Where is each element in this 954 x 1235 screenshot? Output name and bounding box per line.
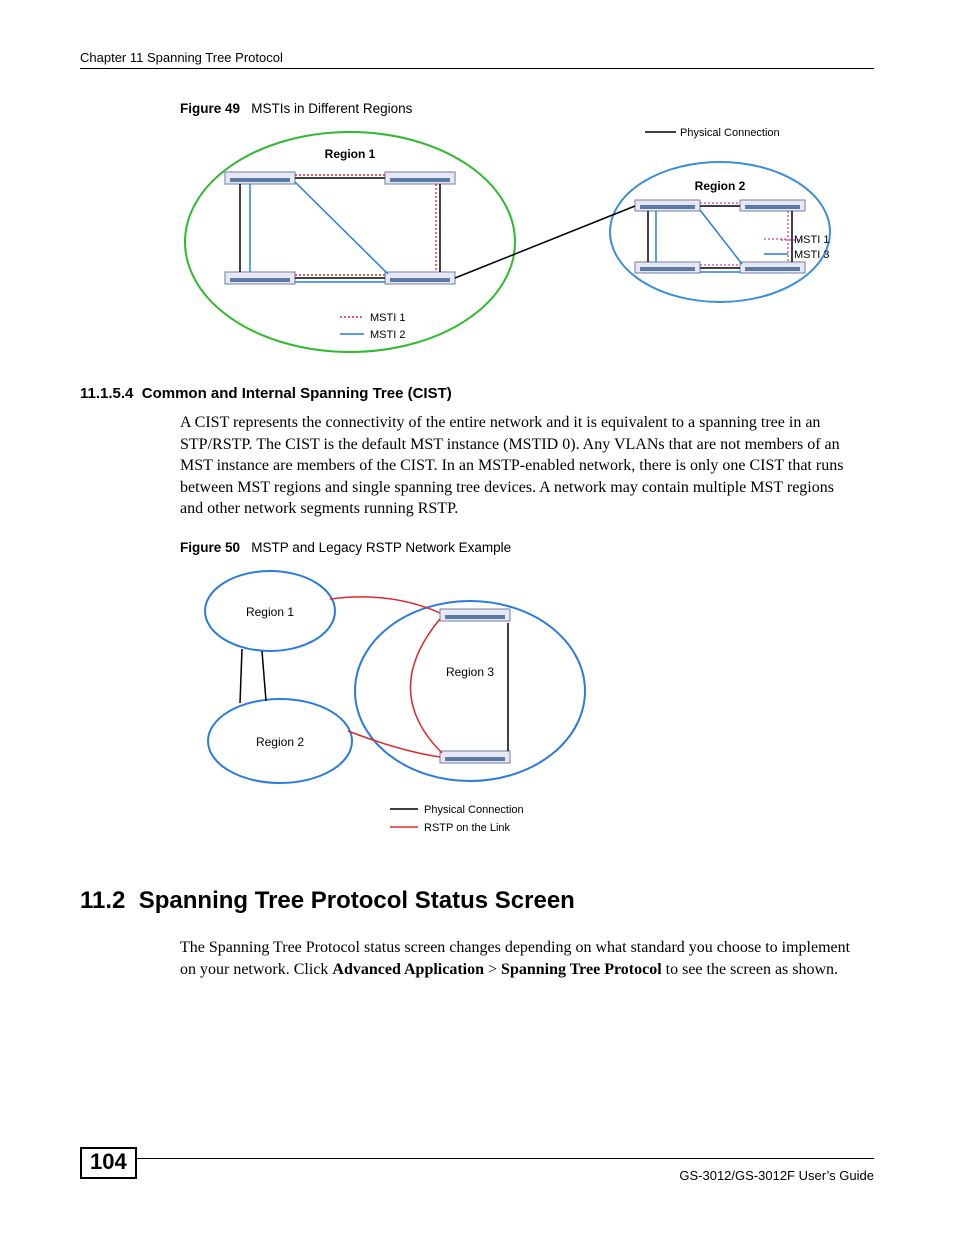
region1-label: Region 1 <box>325 147 376 161</box>
switch-icon <box>635 200 700 211</box>
switch-icon <box>225 272 295 284</box>
section-heading-11-2: 11.2 Spanning Tree Protocol Status Scree… <box>80 887 874 915</box>
switch-icon <box>385 172 455 184</box>
subsection-heading-11-1-5-4: 11.1.5.4 Common and Internal Spanning Tr… <box>80 385 874 402</box>
r1-msti1: MSTI 1 <box>370 312 405 324</box>
figure50-title: MSTP and Legacy RSTP Network Example <box>251 540 511 555</box>
switch-icon <box>635 262 700 273</box>
bold-spanning-tree-protocol: Spanning Tree Protocol <box>501 961 662 978</box>
cist-body: A CIST represents the connectivity of th… <box>180 412 860 520</box>
page-footer: 104 GS-3012/GS-3012F User’s Guide <box>80 1158 874 1195</box>
figure49-diagram: Physical Connection Region 1 Region 2 <box>180 122 840 357</box>
r1-msti2: MSTI 2 <box>370 329 405 341</box>
footer-guide: GS-3012/GS-3012F User’s Guide <box>679 1168 874 1183</box>
figure50-diagram: Region 1 Region 2 Region 3 <box>180 561 660 851</box>
section-11-2-body: The Spanning Tree Protocol status screen… <box>180 937 860 980</box>
breadcrumb-sep: > <box>484 961 501 978</box>
switch-icon <box>740 200 805 211</box>
body-post: to see the screen as shown. <box>662 961 838 978</box>
figure50-caption: Figure 50 MSTP and Legacy RSTP Network E… <box>180 540 874 555</box>
r2-msti1: MSTI 1 <box>794 234 829 246</box>
legend-physical: Physical Connection <box>680 127 780 139</box>
switch-icon <box>440 751 510 763</box>
page-number: 104 <box>80 1147 137 1179</box>
bold-advanced-application: Advanced Application <box>332 961 484 978</box>
f50-region2: Region 2 <box>256 735 304 749</box>
f50-region3: Region 3 <box>446 665 494 679</box>
switch-icon <box>385 272 455 284</box>
figure49-caption: Figure 49 MSTIs in Different Regions <box>180 101 874 116</box>
chapter-title: Chapter 11 Spanning Tree Protocol <box>80 50 283 65</box>
switch-icon <box>225 172 295 184</box>
section-number: 11.2 <box>80 887 125 914</box>
switch-icon <box>740 262 805 273</box>
f50-legend-physical: Physical Connection <box>424 804 524 816</box>
region2-label: Region 2 <box>695 179 746 193</box>
switch-icon <box>440 609 510 621</box>
subsection-title: Common and Internal Spanning Tree (CIST) <box>142 385 452 402</box>
f50-region1: Region 1 <box>246 605 294 619</box>
page-header: Chapter 11 Spanning Tree Protocol <box>80 50 874 69</box>
r2-msti3: MSTI 3 <box>794 249 829 261</box>
f50-legend-rstp: RSTP on the Link <box>424 822 511 834</box>
subsection-number: 11.1.5.4 <box>80 385 133 402</box>
figure49-title: MSTIs in Different Regions <box>251 101 412 116</box>
section-title: Spanning Tree Protocol Status Screen <box>139 887 575 914</box>
figure49-label: Figure 49 <box>180 101 240 116</box>
figure50-label: Figure 50 <box>180 540 240 555</box>
